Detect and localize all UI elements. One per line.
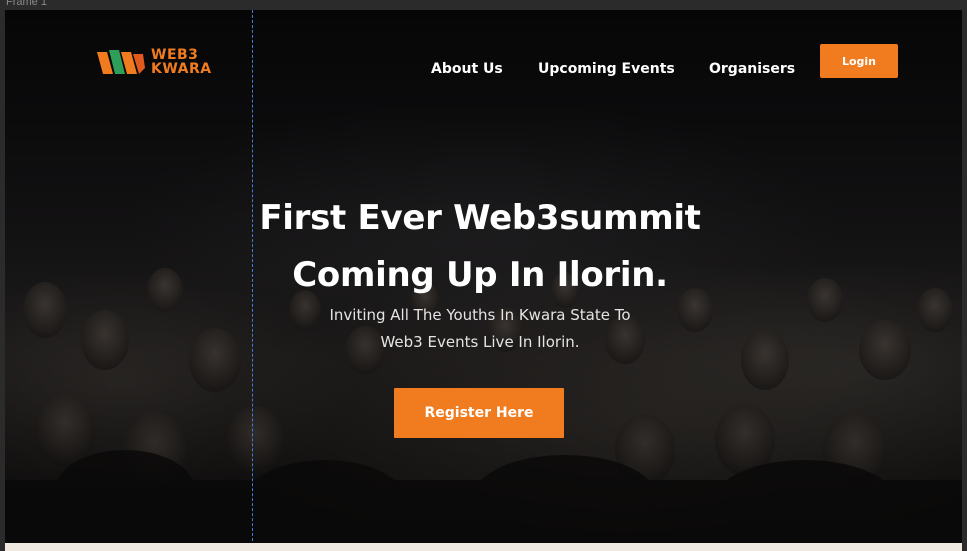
login-button[interactable]: Login <box>820 44 898 78</box>
nav-upcoming-events[interactable]: Upcoming Events <box>538 61 675 77</box>
nav-organisers[interactable]: Organisers <box>709 61 795 77</box>
brand-line-2: KWARA <box>151 61 212 77</box>
brand-logo[interactable]: WEB3 KWARA <box>97 48 212 76</box>
hero-title: First Ever Web3summit Coming Up In Ilori… <box>200 190 760 304</box>
hero-subtitle-line-1: Inviting All The Youths In Kwara State T… <box>329 306 631 324</box>
hero-title-line-1: First Ever Web3summit <box>259 198 701 238</box>
brand-wordmark: WEB3 KWARA <box>151 48 212 76</box>
hero-title-line-2: Coming Up In Ilorin. <box>292 255 668 295</box>
register-button[interactable]: Register Here <box>394 388 564 438</box>
nav-about-us[interactable]: About Us <box>431 61 503 77</box>
brand-line-1: WEB3 <box>151 47 199 63</box>
web3kwara-logo-icon <box>97 50 145 74</box>
hero-subtitle-line-2: Web3 Events Live In Ilorin. <box>380 333 580 351</box>
frame-label: Frame 1 <box>6 0 47 8</box>
hero-subtitle: Inviting All The Youths In Kwara State T… <box>290 302 670 356</box>
next-section-edge <box>5 543 962 551</box>
